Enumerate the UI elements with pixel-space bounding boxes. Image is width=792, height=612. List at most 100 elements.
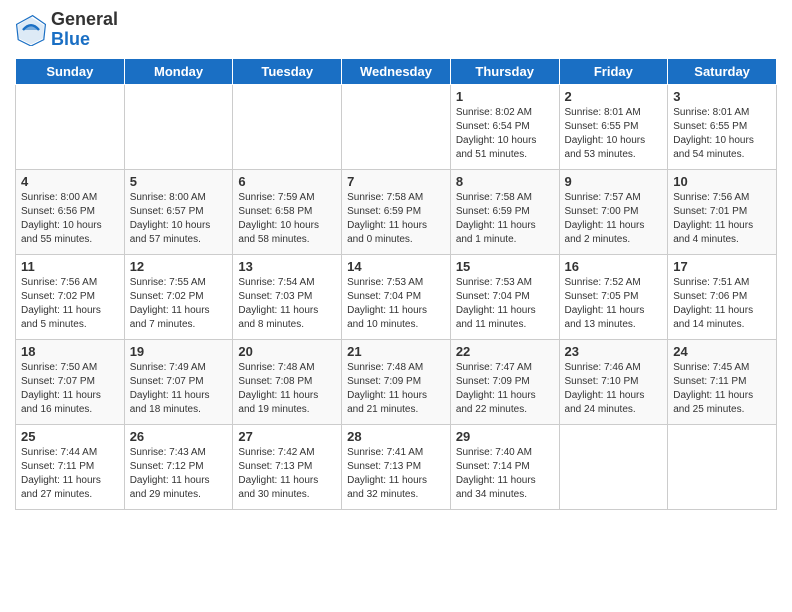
- calendar-table: SundayMondayTuesdayWednesdayThursdayFrid…: [15, 58, 777, 510]
- day-number: 14: [347, 259, 445, 274]
- logo-name: GeneralBlue: [51, 10, 118, 50]
- calendar-cell: 7 Sunrise: 7:58 AM Sunset: 6:59 PM Daylig…: [342, 169, 451, 254]
- calendar-cell: 16Sunrise: 7:52 AM Sunset: 7:05 PM Dayli…: [559, 254, 668, 339]
- day-content: Sunrise: 7:48 AM Sunset: 7:09 PM Dayligh…: [347, 361, 445, 417]
- week-row-5: 25Sunrise: 7:44 AM Sunset: 7:11 PM Dayli…: [16, 424, 777, 509]
- calendar-cell: 22 Sunrise: 7:47 AM Sunset: 7:09 PM Dayli…: [450, 339, 559, 424]
- day-content: Sunrise: 8:02 AM Sunset: 6:54 PM Dayligh…: [456, 106, 554, 162]
- calendar-cell: [668, 424, 777, 509]
- day-content: Sunrise: 7:52 AM Sunset: 7:05 PM Dayligh…: [565, 276, 663, 332]
- calendar-cell: 9 Sunrise: 7:57 AM Sunset: 7:00 PM Daylig…: [559, 169, 668, 254]
- day-content: Sunrise: 7:43 AM Sunset: 7:12 PM Dayligh…: [130, 446, 228, 502]
- day-number: 2: [565, 89, 663, 104]
- day-content: Sunrise: 7:53 AM Sunset: 7:04 PM Dayligh…: [347, 276, 445, 332]
- logo-icon: [15, 14, 47, 46]
- day-content: Sunrise: 7:53 AM Sunset: 7:04 PM Dayligh…: [456, 276, 554, 332]
- day-number: 27: [238, 429, 336, 444]
- day-content: Sunrise: 7:56 AM Sunset: 7:01 PM Dayligh…: [673, 191, 771, 247]
- day-header-wednesday: Wednesday: [342, 58, 451, 84]
- day-content: Sunrise: 7:48 AM Sunset: 7:08 PM Dayligh…: [238, 361, 336, 417]
- day-content: Sunrise: 7:40 AM Sunset: 7:14 PM Dayligh…: [456, 446, 554, 502]
- day-content: Sunrise: 8:01 AM Sunset: 6:55 PM Dayligh…: [673, 106, 771, 162]
- day-number: 28: [347, 429, 445, 444]
- day-content: Sunrise: 7:47 AM Sunset: 7:09 PM Dayligh…: [456, 361, 554, 417]
- day-number: 22: [456, 344, 554, 359]
- logo: GeneralBlue: [15, 10, 118, 50]
- day-content: Sunrise: 8:00 AM Sunset: 6:57 PM Dayligh…: [130, 191, 228, 247]
- calendar-cell: 24 Sunrise: 7:45 AM Sunset: 7:11 PM Dayli…: [668, 339, 777, 424]
- calendar-cell: 27 Sunrise: 7:42 AM Sunset: 7:13 PM Dayli…: [233, 424, 342, 509]
- day-number: 24: [673, 344, 771, 359]
- day-number: 8: [456, 174, 554, 189]
- day-content: Sunrise: 7:41 AM Sunset: 7:13 PM Dayligh…: [347, 446, 445, 502]
- calendar-cell: [559, 424, 668, 509]
- calendar-cell: 12 Sunrise: 7:55 AM Sunset: 7:02 PM Dayli…: [124, 254, 233, 339]
- header: GeneralBlue: [15, 10, 777, 50]
- day-number: 29: [456, 429, 554, 444]
- calendar-cell: 17 Sunrise: 7:51 AM Sunset: 7:06 PM Dayli…: [668, 254, 777, 339]
- day-number: 11: [21, 259, 119, 274]
- day-header-monday: Monday: [124, 58, 233, 84]
- calendar-cell: 2 Sunrise: 8:01 AM Sunset: 6:55 PM Daylig…: [559, 84, 668, 169]
- week-row-3: 11 Sunrise: 7:56 AM Sunset: 7:02 PM Dayli…: [16, 254, 777, 339]
- calendar-cell: 18Sunrise: 7:50 AM Sunset: 7:07 PM Dayli…: [16, 339, 125, 424]
- calendar-cell: 3 Sunrise: 8:01 AM Sunset: 6:55 PM Daylig…: [668, 84, 777, 169]
- day-number: 12: [130, 259, 228, 274]
- day-content: Sunrise: 7:50 AM Sunset: 7:07 PM Dayligh…: [21, 361, 119, 417]
- page-container: GeneralBlue SundayMondayTuesdayWednesday…: [0, 0, 792, 515]
- calendar-cell: 1 Sunrise: 8:02 AM Sunset: 6:54 PM Daylig…: [450, 84, 559, 169]
- day-content: Sunrise: 7:44 AM Sunset: 7:11 PM Dayligh…: [21, 446, 119, 502]
- day-content: Sunrise: 8:00 AM Sunset: 6:56 PM Dayligh…: [21, 191, 119, 247]
- day-header-tuesday: Tuesday: [233, 58, 342, 84]
- day-number: 10: [673, 174, 771, 189]
- day-header-thursday: Thursday: [450, 58, 559, 84]
- days-header-row: SundayMondayTuesdayWednesdayThursdayFrid…: [16, 58, 777, 84]
- day-number: 3: [673, 89, 771, 104]
- week-row-2: 4 Sunrise: 8:00 AM Sunset: 6:56 PM Daylig…: [16, 169, 777, 254]
- calendar-cell: 20Sunrise: 7:48 AM Sunset: 7:08 PM Dayli…: [233, 339, 342, 424]
- day-content: Sunrise: 8:01 AM Sunset: 6:55 PM Dayligh…: [565, 106, 663, 162]
- day-content: Sunrise: 7:51 AM Sunset: 7:06 PM Dayligh…: [673, 276, 771, 332]
- calendar-cell: 10 Sunrise: 7:56 AM Sunset: 7:01 PM Dayli…: [668, 169, 777, 254]
- day-number: 17: [673, 259, 771, 274]
- calendar-cell: 4 Sunrise: 8:00 AM Sunset: 6:56 PM Daylig…: [16, 169, 125, 254]
- day-number: 21: [347, 344, 445, 359]
- calendar-cell: [16, 84, 125, 169]
- day-content: Sunrise: 7:57 AM Sunset: 7:00 PM Dayligh…: [565, 191, 663, 247]
- week-row-4: 18Sunrise: 7:50 AM Sunset: 7:07 PM Dayli…: [16, 339, 777, 424]
- day-header-sunday: Sunday: [16, 58, 125, 84]
- day-number: 7: [347, 174, 445, 189]
- calendar-cell: 5 Sunrise: 8:00 AM Sunset: 6:57 PM Daylig…: [124, 169, 233, 254]
- day-number: 9: [565, 174, 663, 189]
- day-content: Sunrise: 7:55 AM Sunset: 7:02 PM Dayligh…: [130, 276, 228, 332]
- week-row-1: 1 Sunrise: 8:02 AM Sunset: 6:54 PM Daylig…: [16, 84, 777, 169]
- day-content: Sunrise: 7:49 AM Sunset: 7:07 PM Dayligh…: [130, 361, 228, 417]
- calendar-cell: 29 Sunrise: 7:40 AM Sunset: 7:14 PM Dayli…: [450, 424, 559, 509]
- day-number: 5: [130, 174, 228, 189]
- day-number: 23: [565, 344, 663, 359]
- day-number: 15: [456, 259, 554, 274]
- calendar-cell: 6Sunrise: 7:59 AM Sunset: 6:58 PM Daylig…: [233, 169, 342, 254]
- calendar-cell: 13Sunrise: 7:54 AM Sunset: 7:03 PM Dayli…: [233, 254, 342, 339]
- day-content: Sunrise: 7:58 AM Sunset: 6:59 PM Dayligh…: [456, 191, 554, 247]
- day-header-friday: Friday: [559, 58, 668, 84]
- calendar-cell: 11 Sunrise: 7:56 AM Sunset: 7:02 PM Dayli…: [16, 254, 125, 339]
- day-number: 4: [21, 174, 119, 189]
- calendar-cell: 19 Sunrise: 7:49 AM Sunset: 7:07 PM Dayli…: [124, 339, 233, 424]
- day-content: Sunrise: 7:42 AM Sunset: 7:13 PM Dayligh…: [238, 446, 336, 502]
- calendar-cell: 25Sunrise: 7:44 AM Sunset: 7:11 PM Dayli…: [16, 424, 125, 509]
- calendar-cell: 28 Sunrise: 7:41 AM Sunset: 7:13 PM Dayli…: [342, 424, 451, 509]
- calendar-cell: [342, 84, 451, 169]
- day-content: Sunrise: 7:45 AM Sunset: 7:11 PM Dayligh…: [673, 361, 771, 417]
- calendar-cell: [233, 84, 342, 169]
- day-number: 19: [130, 344, 228, 359]
- day-content: Sunrise: 7:56 AM Sunset: 7:02 PM Dayligh…: [21, 276, 119, 332]
- calendar-cell: 21 Sunrise: 7:48 AM Sunset: 7:09 PM Dayli…: [342, 339, 451, 424]
- calendar-cell: 23Sunrise: 7:46 AM Sunset: 7:10 PM Dayli…: [559, 339, 668, 424]
- day-content: Sunrise: 7:54 AM Sunset: 7:03 PM Dayligh…: [238, 276, 336, 332]
- day-content: Sunrise: 7:58 AM Sunset: 6:59 PM Dayligh…: [347, 191, 445, 247]
- calendar-cell: 14 Sunrise: 7:53 AM Sunset: 7:04 PM Dayli…: [342, 254, 451, 339]
- day-number: 1: [456, 89, 554, 104]
- day-header-saturday: Saturday: [668, 58, 777, 84]
- day-content: Sunrise: 7:59 AM Sunset: 6:58 PM Dayligh…: [238, 191, 336, 247]
